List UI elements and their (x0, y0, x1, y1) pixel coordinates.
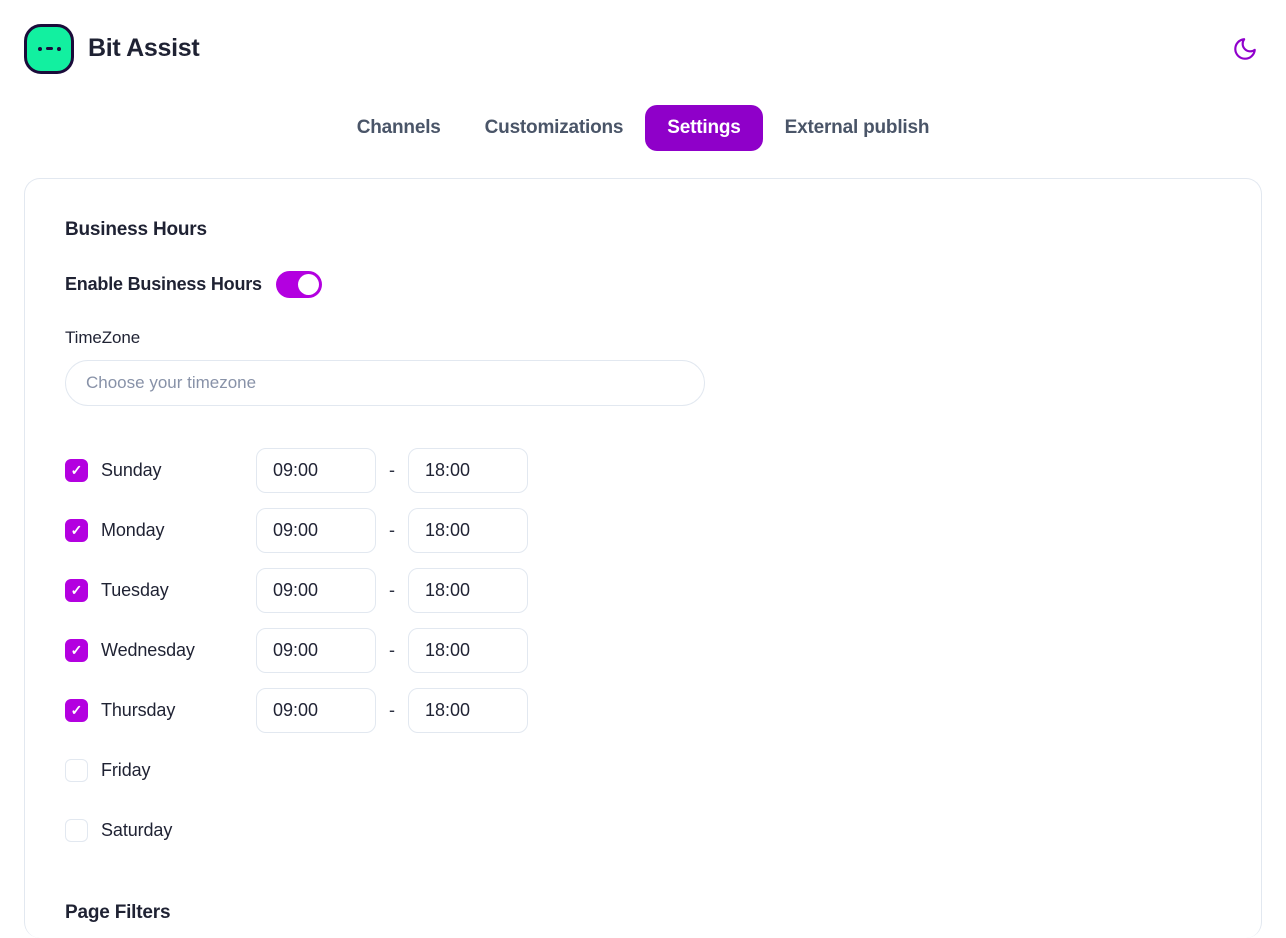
day-checkbox-wednesday[interactable]: ✓ (65, 638, 88, 662)
end-time-tuesday[interactable] (408, 567, 528, 613)
start-time-sunday[interactable] (256, 447, 376, 493)
brand: Bit Assist (24, 23, 200, 74)
day-row: ✓ Tuesday - (65, 560, 1221, 620)
tab-channels[interactable]: Channels (335, 105, 463, 151)
day-checkbox-sunday[interactable]: ✓ (65, 458, 88, 482)
day-label-wednesday: Wednesday (101, 639, 195, 660)
day-checkbox-monday[interactable]: ✓ (65, 518, 88, 542)
day-label-friday: Friday (101, 759, 151, 780)
day-checkbox-tuesday[interactable]: ✓ (65, 578, 88, 602)
tab-settings[interactable]: Settings (645, 105, 763, 151)
time-separator: - (389, 639, 395, 660)
start-time-monday[interactable] (256, 507, 376, 553)
page-filters-title: Page Filters (65, 902, 171, 923)
enable-business-hours-label: Enable Business Hours (65, 274, 262, 294)
end-time-thursday[interactable] (408, 687, 528, 733)
toggle-knob (297, 274, 319, 295)
time-separator: - (389, 519, 395, 540)
day-checkbox-thursday[interactable]: ✓ (65, 698, 88, 722)
time-separator: - (389, 579, 395, 600)
day-label-sunday: Sunday (101, 459, 162, 480)
time-separator: - (389, 459, 395, 480)
business-hours-title: Business Hours (65, 219, 207, 240)
start-time-wednesday[interactable] (256, 627, 376, 673)
enable-business-hours-row: Enable Business Hours (65, 271, 1221, 298)
logo-dot-mouth (45, 46, 53, 51)
tab-external-publish[interactable]: External publish (763, 105, 952, 151)
day-row: ✓ Wednesday - (65, 620, 1221, 680)
day-row: ✓ Thursday - (65, 680, 1221, 740)
start-time-thursday[interactable] (256, 687, 376, 733)
tab-customizations[interactable]: Customizations (463, 105, 646, 151)
logo-dot-left (37, 46, 42, 51)
end-time-sunday[interactable] (408, 447, 528, 493)
day-row: ✓ Saturday (65, 800, 1221, 860)
main-tabs: Channels Customizations Settings Externa… (0, 97, 1286, 159)
day-checkbox-saturday[interactable]: ✓ (65, 818, 88, 842)
moon-icon[interactable] (1228, 32, 1262, 66)
day-row: ✓ Monday - (65, 500, 1221, 560)
day-label-thursday: Thursday (101, 699, 176, 720)
day-label-saturday: Saturday (101, 819, 173, 840)
brand-name: Bit Assist (88, 34, 200, 62)
settings-card: Business Hours Enable Business Hours Tim… (24, 178, 1262, 938)
app-header: Bit Assist (0, 0, 1286, 97)
timezone-label: TimeZone (65, 328, 141, 347)
timezone-input[interactable] (65, 360, 705, 406)
business-hours-day-list: ✓ Sunday - ✓ Monday - ✓ Tuesday - ✓ Wedn… (65, 440, 1221, 860)
logo-dot-right (56, 46, 61, 51)
time-separator: - (389, 699, 395, 720)
bit-assist-logo-icon (24, 23, 74, 74)
day-row: ✓ Sunday - (65, 440, 1221, 500)
enable-business-hours-toggle[interactable] (275, 271, 322, 298)
start-time-tuesday[interactable] (256, 567, 376, 613)
day-label-tuesday: Tuesday (101, 579, 169, 600)
end-time-monday[interactable] (408, 507, 528, 553)
end-time-wednesday[interactable] (408, 627, 528, 673)
day-checkbox-friday[interactable]: ✓ (65, 758, 88, 782)
day-row: ✓ Friday (65, 740, 1221, 800)
day-label-monday: Monday (101, 519, 165, 540)
